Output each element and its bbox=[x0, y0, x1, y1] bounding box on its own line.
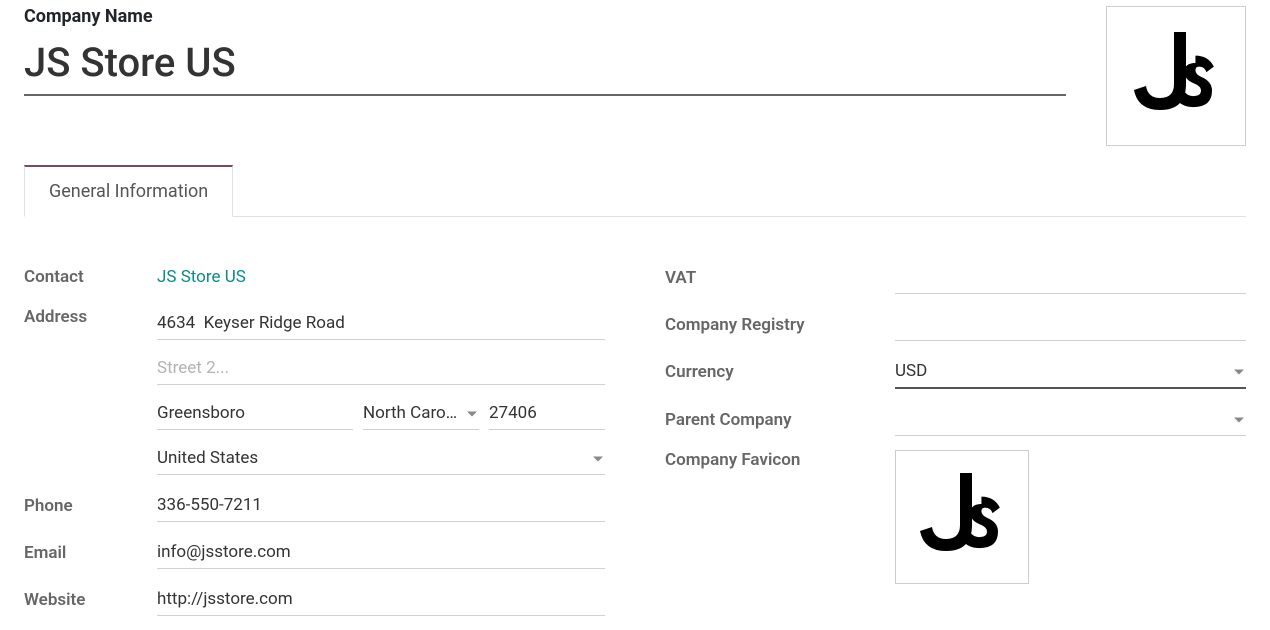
parent-company-label: Parent Company bbox=[665, 410, 895, 430]
phone-input[interactable] bbox=[157, 489, 605, 522]
company-registry-input[interactable] bbox=[895, 308, 1246, 341]
country-select[interactable] bbox=[157, 442, 605, 475]
website-label: Website bbox=[24, 590, 157, 610]
email-label: Email bbox=[24, 543, 157, 563]
vat-input[interactable] bbox=[895, 261, 1246, 294]
zip-input[interactable] bbox=[489, 397, 605, 430]
email-input[interactable] bbox=[157, 536, 605, 569]
contact-link[interactable]: JS Store US bbox=[157, 267, 246, 287]
currency-select[interactable] bbox=[895, 355, 1246, 389]
company-favicon-label: Company Favicon bbox=[665, 450, 895, 470]
company-favicon-uploader[interactable] bbox=[895, 450, 1029, 584]
js-logo-icon bbox=[1126, 24, 1226, 128]
street1-input[interactable] bbox=[157, 307, 605, 340]
street2-input[interactable] bbox=[157, 352, 605, 385]
city-input[interactable] bbox=[157, 397, 353, 430]
address-label: Address bbox=[24, 307, 157, 327]
company-registry-label: Company Registry bbox=[665, 315, 895, 335]
vat-label: VAT bbox=[665, 268, 895, 288]
js-logo-icon bbox=[912, 465, 1012, 569]
website-input[interactable] bbox=[157, 583, 605, 616]
parent-company-select[interactable] bbox=[895, 403, 1246, 436]
currency-label: Currency bbox=[665, 362, 895, 382]
tab-general-information[interactable]: General Information bbox=[24, 165, 233, 217]
state-select[interactable] bbox=[363, 397, 479, 430]
phone-label: Phone bbox=[24, 496, 157, 516]
company-name-label: Company Name bbox=[24, 6, 1066, 27]
company-logo-uploader[interactable] bbox=[1106, 6, 1246, 146]
contact-label: Contact bbox=[24, 267, 157, 287]
company-name-input[interactable] bbox=[24, 35, 1066, 96]
